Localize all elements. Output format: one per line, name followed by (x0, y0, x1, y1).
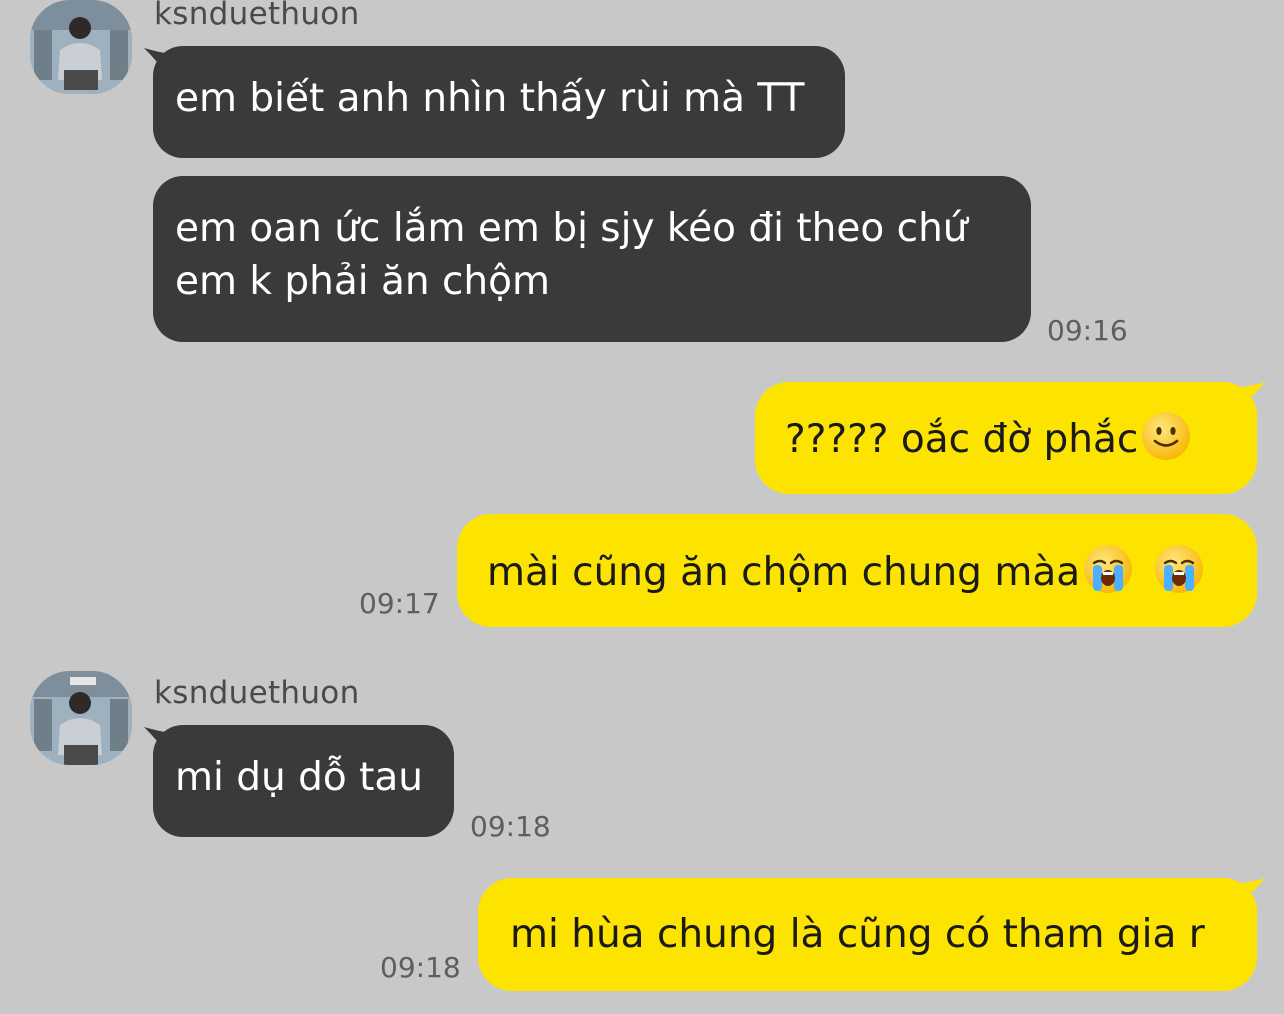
avatar[interactable] (30, 0, 132, 94)
message-text: ????? oắc đờ phắc (785, 417, 1139, 462)
loudly-crying-face-icon (1082, 543, 1134, 595)
message-bubble[interactable]: ????? oắc đờ phắc (755, 382, 1257, 494)
sender-name: ksnduethuon (154, 675, 360, 711)
message-text: em oan ức lắm em bị sjy kéo đi theo chứ (175, 206, 968, 251)
sender-name: ksnduethuon (154, 0, 360, 32)
timestamp: 09:18 (380, 951, 461, 984)
timestamp: 09:18 (470, 810, 551, 843)
message-text: em k phải ăn chộm (175, 259, 550, 304)
timestamp: 09:17 (359, 587, 440, 620)
message-bubble[interactable]: mài cũng ăn chộm chung màa (457, 514, 1257, 627)
message-text: mài cũng ăn chộm chung màa (487, 550, 1081, 595)
message-text: mi hùa chung là cũng có tham gia r (510, 912, 1205, 957)
message-text: mi dụ dỗ tau (175, 755, 424, 800)
message-bubble[interactable]: mi dụ dỗ tau (153, 725, 454, 837)
loudly-crying-face-icon (1153, 543, 1205, 595)
timestamp: 09:16 (1047, 314, 1128, 347)
avatar[interactable] (30, 671, 132, 765)
message-bubble[interactable]: em biết anh nhìn thấy rùi mà TT (153, 46, 845, 158)
slightly-smiling-face-icon (1140, 410, 1192, 462)
message-bubble[interactable]: mi hùa chung là cũng có tham gia r (478, 878, 1257, 991)
message-text: em biết anh nhìn thấy rùi mà TT (175, 76, 805, 121)
message-bubble[interactable]: em oan ức lắm em bị sjy kéo đi theo chứ … (153, 176, 1031, 342)
